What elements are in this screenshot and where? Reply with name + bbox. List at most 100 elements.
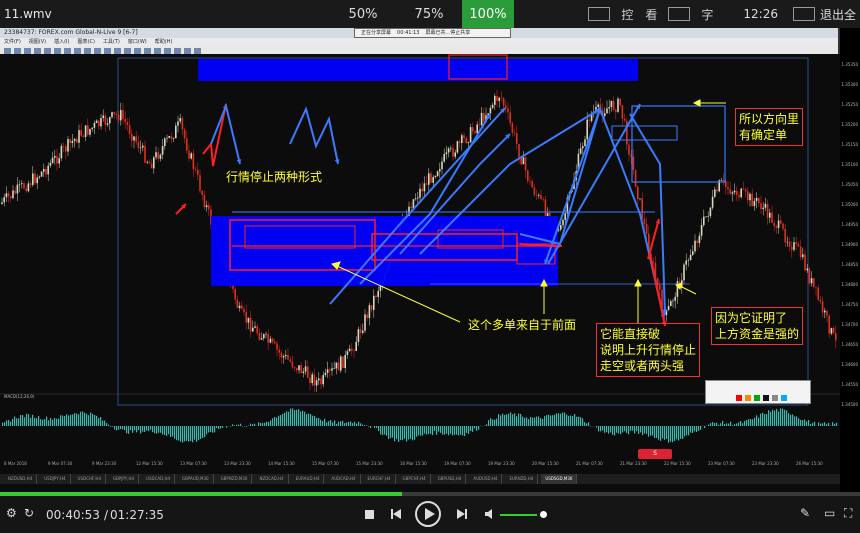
symbol-tab[interactable]: EURNZD,H4 xyxy=(505,474,539,484)
candle-body xyxy=(588,119,591,121)
menu-item-chart[interactable]: 图表(C) xyxy=(78,38,95,46)
macd-bar xyxy=(190,426,192,442)
macd-bar xyxy=(412,426,414,441)
candle-body xyxy=(10,196,12,199)
color-swatch[interactable] xyxy=(763,395,769,401)
macd-bar xyxy=(22,415,24,426)
candle-body xyxy=(190,153,192,159)
macd-bar xyxy=(294,410,296,426)
macd-bar xyxy=(544,416,546,426)
date-tick: 8 Mar 2018 xyxy=(4,461,27,466)
macd-bar xyxy=(332,422,334,426)
macd-bar xyxy=(428,426,430,435)
menu-item-view[interactable]: 视图(V) xyxy=(29,38,46,46)
date-tick: 12 Mar 15:30 xyxy=(136,461,163,466)
next-icon[interactable] xyxy=(456,508,468,520)
price-chart[interactable] xyxy=(0,54,840,494)
macd-bar xyxy=(182,426,184,443)
zoom-100-button[interactable]: 100% xyxy=(462,0,514,28)
candle-body xyxy=(584,139,586,147)
annotation-line: 走空或者两头强 xyxy=(600,359,685,373)
symbol-tab[interactable]: GBPAUD,M30 xyxy=(178,474,214,484)
color-swatch[interactable] xyxy=(736,395,742,401)
exit-fullscreen-button[interactable]: 退出全 xyxy=(820,6,856,23)
symbol-tab[interactable]: GBPJPY,H4 xyxy=(109,474,140,484)
macd-bar xyxy=(830,425,832,426)
symbol-tab[interactable]: GBPUSD,H4 xyxy=(434,474,467,484)
color-swatch[interactable] xyxy=(781,395,787,401)
view-label[interactable]: 看 xyxy=(645,6,657,23)
candle-body xyxy=(340,356,342,371)
macd-bar xyxy=(196,426,198,442)
macd-bar xyxy=(710,423,712,426)
play-button[interactable] xyxy=(415,501,441,527)
candle-body xyxy=(808,268,811,284)
macd-bar xyxy=(660,426,662,441)
loop-icon[interactable]: ↻ xyxy=(24,506,34,520)
macd-bar xyxy=(772,409,774,426)
subtitle-label[interactable]: 字 xyxy=(701,6,713,23)
macd-bar xyxy=(500,415,502,426)
screen-share-bar[interactable]: 正在分享屏幕 00:41:13 屏幕已共...停止共享 xyxy=(354,28,511,38)
macd-bar xyxy=(590,426,592,427)
macd-bar xyxy=(94,414,96,426)
menu-item-tools[interactable]: 工具(T) xyxy=(103,38,120,46)
symbol-tab[interactable]: AUDUSD,H4 xyxy=(469,474,503,484)
symbol-tab[interactable]: USDCHF,H4 xyxy=(74,474,106,484)
macd-bar xyxy=(184,426,186,442)
volume-slider[interactable] xyxy=(500,514,538,516)
symbol-tab[interactable]: USDJPY,H4 xyxy=(40,474,71,484)
macd-bar xyxy=(288,411,290,426)
macd-bar xyxy=(158,426,160,433)
video-frame[interactable]: 23384737: FOREX.com Global-N-Live 9 [6-7… xyxy=(0,28,860,496)
color-picker-toolbar[interactable] xyxy=(705,380,811,404)
candle-body xyxy=(432,177,434,183)
color-swatch[interactable] xyxy=(745,395,751,401)
macd-bar xyxy=(316,417,318,426)
symbol-tabs: NZDUSD,H4 USDJPY,H4 USDCHF,H4 GBPJPY,H4 USDC… xyxy=(0,474,840,484)
previous-icon[interactable] xyxy=(390,508,402,520)
macd-bar xyxy=(496,418,498,426)
symbol-tab[interactable]: USDCAD,H4 xyxy=(142,474,176,484)
candle-body xyxy=(260,338,263,340)
subtitle-icon[interactable]: ▭ xyxy=(824,506,835,520)
symbol-tab[interactable]: NZDUSD,H4 xyxy=(4,474,38,484)
symbol-tab[interactable]: EURCHF,H4 xyxy=(364,474,396,484)
menu-item-help[interactable]: 帮助(H) xyxy=(155,38,173,46)
volume-icon[interactable] xyxy=(484,508,498,520)
settings-icon[interactable]: ⚙ xyxy=(6,506,17,520)
fullscreen-toggle-icon[interactable]: ⛶ xyxy=(844,506,852,521)
price-tick: 1.34650 xyxy=(841,342,858,347)
screen-icon[interactable] xyxy=(668,7,691,21)
zoom-50-button[interactable]: 50% xyxy=(330,0,396,28)
macd-bar xyxy=(58,418,60,426)
symbol-tab[interactable]: EURAUD,H4 xyxy=(292,474,325,484)
menu-item-file[interactable]: 文件(F) xyxy=(4,38,21,46)
symbol-tab[interactable]: USDSGD,M30 xyxy=(541,474,578,484)
symbol-tab[interactable]: GBPCHF,H4 xyxy=(399,474,431,484)
zoom-75-button[interactable]: 75% xyxy=(396,0,462,28)
macd-bar xyxy=(118,426,120,430)
menu-item-insert[interactable]: 插入(I) xyxy=(54,38,69,46)
candle-body xyxy=(703,216,705,226)
control-label[interactable]: 控 xyxy=(621,6,633,23)
share-stop[interactable]: 屏幕已共...停止共享 xyxy=(425,29,470,37)
candle-body xyxy=(639,198,641,200)
macd-bar xyxy=(460,426,462,435)
draw-icon[interactable]: ✎ xyxy=(800,506,810,520)
macd-bar xyxy=(530,416,532,426)
color-swatch[interactable] xyxy=(754,395,760,401)
symbol-tab[interactable]: AUDCAD,H4 xyxy=(327,474,361,484)
symbol-tab[interactable]: NZDCAD,H4 xyxy=(255,474,289,484)
color-swatch[interactable] xyxy=(772,395,778,401)
file-name: 11.wmv xyxy=(4,7,52,21)
menu-item-window[interactable]: 窗口(W) xyxy=(128,38,147,46)
volume-handle[interactable] xyxy=(540,511,547,518)
macd-bar xyxy=(296,409,298,426)
window-icon[interactable] xyxy=(588,7,611,21)
macd-bar xyxy=(8,420,10,426)
candle-body xyxy=(148,161,151,164)
symbol-tab[interactable]: GBPNZD,M30 xyxy=(217,474,253,484)
stop-button[interactable] xyxy=(365,510,374,519)
fullscreen-icon[interactable] xyxy=(792,7,815,21)
